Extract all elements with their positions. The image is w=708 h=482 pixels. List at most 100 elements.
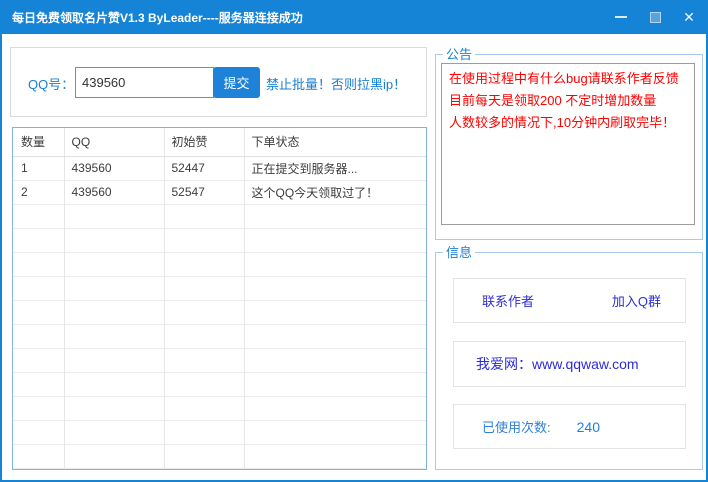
table-row[interactable] bbox=[13, 324, 426, 348]
cell-qty bbox=[13, 420, 64, 444]
cell-qq bbox=[64, 204, 164, 228]
cell-status bbox=[244, 348, 426, 372]
cell-qty bbox=[13, 396, 64, 420]
col-header-order-status[interactable]: 下单状态 bbox=[244, 128, 426, 156]
cell-qq: 439560 bbox=[64, 156, 164, 180]
contact-links-box: 联系作者 加入Q群 bbox=[453, 278, 686, 323]
cell-qq bbox=[64, 252, 164, 276]
close-button[interactable]: ✕ bbox=[672, 0, 706, 34]
announcement-line: 在使用过程中有什么bug请联系作者反馈 bbox=[449, 68, 687, 90]
cell-status bbox=[244, 324, 426, 348]
cell-status bbox=[244, 252, 426, 276]
col-header-initial-likes[interactable]: 初始赞 bbox=[164, 128, 244, 156]
table-row[interactable]: 243956052547这个QQ今天领取过了！ bbox=[13, 180, 426, 204]
orders-table-body: 143956052447正在提交到服务器...243956052547这个QQ今… bbox=[13, 156, 426, 468]
cell-initial bbox=[164, 252, 244, 276]
submit-button[interactable]: 提交 bbox=[213, 67, 260, 98]
cell-status: 这个QQ今天领取过了！ bbox=[244, 180, 426, 204]
cell-status bbox=[244, 204, 426, 228]
info-label: 信息 bbox=[443, 244, 475, 261]
cell-qq bbox=[64, 324, 164, 348]
table-row[interactable] bbox=[13, 348, 426, 372]
cell-qty: 2 bbox=[13, 180, 64, 204]
minimize-button[interactable] bbox=[604, 0, 638, 34]
cell-qq bbox=[64, 396, 164, 420]
cell-initial bbox=[164, 444, 244, 468]
table-row[interactable] bbox=[13, 300, 426, 324]
qq-number-input[interactable] bbox=[75, 67, 214, 98]
close-icon: ✕ bbox=[683, 9, 695, 26]
table-row[interactable] bbox=[13, 204, 426, 228]
cell-initial bbox=[164, 204, 244, 228]
qq-number-label: QQ号： bbox=[28, 48, 74, 118]
cell-qty bbox=[13, 204, 64, 228]
cell-qq bbox=[64, 300, 164, 324]
join-qq-group-link[interactable]: 加入Q群 bbox=[612, 291, 661, 310]
maximize-icon bbox=[650, 12, 661, 23]
cell-qty bbox=[13, 228, 64, 252]
table-row[interactable]: 143956052447正在提交到服务器... bbox=[13, 156, 426, 180]
usage-counter-box: 已使用次数: 240 bbox=[453, 404, 686, 449]
col-header-qty[interactable]: 数量 bbox=[13, 128, 64, 156]
cell-qty bbox=[13, 300, 64, 324]
cell-status bbox=[244, 372, 426, 396]
info-groupbox: 信息 联系作者 加入Q群 我爱网：www.qqwaw.com 已使用次数: 24… bbox=[435, 252, 703, 470]
usage-count-value: 240 bbox=[577, 419, 600, 435]
cell-status bbox=[244, 444, 426, 468]
window-controls: ✕ bbox=[604, 0, 706, 34]
table-row[interactable] bbox=[13, 444, 426, 468]
batch-warning-text: 禁止批量！否则拉黑ip！ bbox=[266, 48, 406, 118]
cell-qty bbox=[13, 252, 64, 276]
cell-qty bbox=[13, 372, 64, 396]
cell-qty bbox=[13, 444, 64, 468]
cell-status: 正在提交到服务器... bbox=[244, 156, 426, 180]
cell-initial bbox=[164, 324, 244, 348]
cell-initial bbox=[164, 300, 244, 324]
cell-initial bbox=[164, 348, 244, 372]
app-window: 每日免费领取名片赞V1.3 ByLeader----服务器连接成功 ✕ QQ号：… bbox=[0, 0, 708, 482]
col-header-qq[interactable]: QQ bbox=[64, 128, 164, 156]
minimize-icon bbox=[615, 16, 627, 18]
cell-qty: 1 bbox=[13, 156, 64, 180]
cell-initial bbox=[164, 276, 244, 300]
table-row[interactable] bbox=[13, 420, 426, 444]
cell-qq bbox=[64, 348, 164, 372]
cell-initial: 52547 bbox=[164, 180, 244, 204]
cell-qq bbox=[64, 420, 164, 444]
contact-author-link[interactable]: 联系作者 bbox=[482, 291, 534, 310]
cell-qq bbox=[64, 372, 164, 396]
window-title: 每日免费领取名片赞V1.3 ByLeader----服务器连接成功 bbox=[2, 9, 303, 26]
table-row[interactable] bbox=[13, 228, 426, 252]
table-header-row: 数量 QQ 初始赞 下单状态 bbox=[13, 128, 426, 156]
cell-initial bbox=[164, 372, 244, 396]
website-box: 我爱网：www.qqwaw.com bbox=[453, 341, 686, 387]
cell-status bbox=[244, 420, 426, 444]
table-row[interactable] bbox=[13, 372, 426, 396]
usage-count-label: 已使用次数: bbox=[482, 417, 551, 436]
cell-qq bbox=[64, 228, 164, 252]
announcement-label: 公告 bbox=[443, 46, 475, 63]
announcement-line: 目前每天是领取200 不定时增加数量 bbox=[449, 90, 687, 112]
cell-status bbox=[244, 300, 426, 324]
cell-status bbox=[244, 276, 426, 300]
table-row[interactable] bbox=[13, 276, 426, 300]
qq-form-group: QQ号： 提交 禁止批量！否则拉黑ip！ bbox=[10, 47, 427, 117]
cell-qq bbox=[64, 276, 164, 300]
cell-qq: 439560 bbox=[64, 180, 164, 204]
cell-initial bbox=[164, 228, 244, 252]
cell-status bbox=[244, 396, 426, 420]
table-row[interactable] bbox=[13, 396, 426, 420]
website-link[interactable]: 我爱网：www.qqwaw.com bbox=[476, 354, 639, 374]
cell-initial: 52447 bbox=[164, 156, 244, 180]
cell-qty bbox=[13, 348, 64, 372]
announcement-line: 人数较多的情况下,10分钟内刷取完毕！ bbox=[449, 112, 687, 134]
orders-table: 数量 QQ 初始赞 下单状态 143956052447正在提交到服务器...24… bbox=[12, 127, 427, 470]
table-row[interactable] bbox=[13, 252, 426, 276]
cell-initial bbox=[164, 396, 244, 420]
cell-qq bbox=[64, 444, 164, 468]
cell-status bbox=[244, 228, 426, 252]
announcement-textarea[interactable]: 在使用过程中有什么bug请联系作者反馈 目前每天是领取200 不定时增加数量 人… bbox=[441, 63, 695, 225]
cell-initial bbox=[164, 420, 244, 444]
maximize-button[interactable] bbox=[638, 0, 672, 34]
announcement-groupbox: 公告 在使用过程中有什么bug请联系作者反馈 目前每天是领取200 不定时增加数… bbox=[435, 54, 703, 240]
